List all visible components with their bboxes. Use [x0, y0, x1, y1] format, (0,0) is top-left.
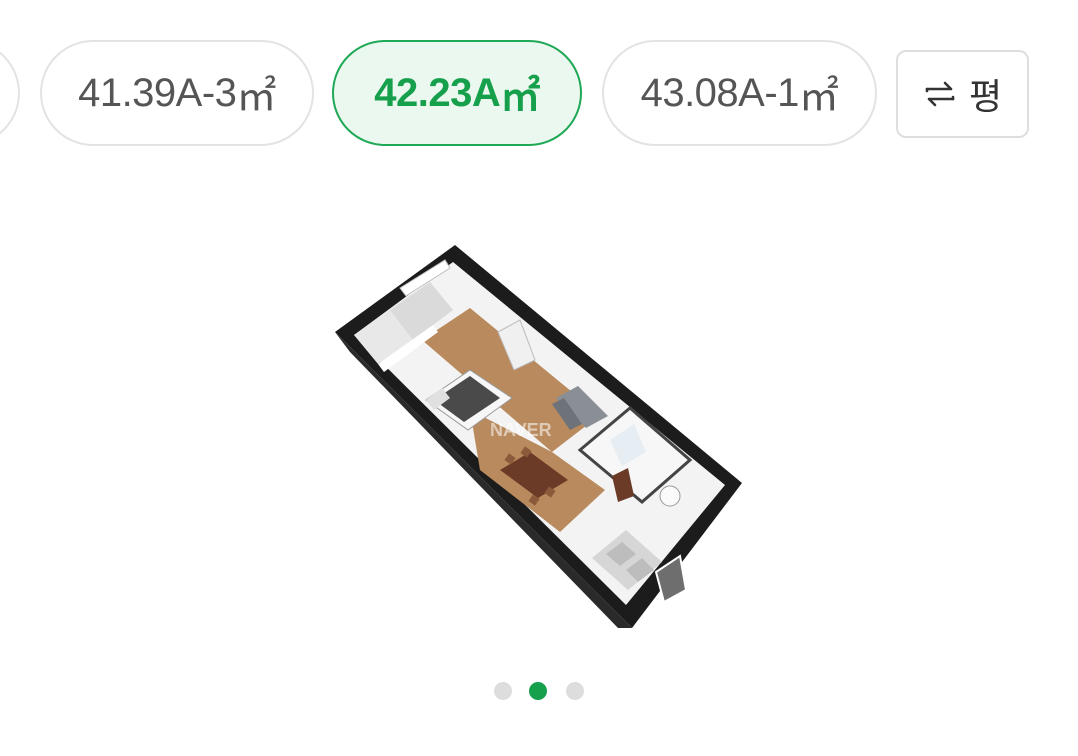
area-tab-label: 43.08A-1	[640, 70, 800, 115]
pagination-dots	[0, 682, 1078, 702]
area-tab-41-39a-3[interactable]: 41.39A-3 ㎡	[40, 40, 314, 146]
unit-toggle-label: 평	[968, 76, 1003, 117]
pagination-dot-2-active[interactable]	[529, 682, 547, 700]
area-tab-43-08a-1[interactable]: 43.08A-1 ㎡	[602, 40, 877, 146]
area-tab-42-23a-selected[interactable]: 42.23A ㎡	[332, 40, 582, 146]
pagination-dot-3[interactable]	[566, 682, 584, 700]
floorplan-image: NAVER	[330, 240, 750, 630]
floorplan-viewer: 41.39A-3 ㎡ 42.23A ㎡ 43.08A-1 ㎡ 평 NAVER	[0, 0, 1078, 756]
area-tab-unit: ㎡	[500, 75, 540, 119]
swap-icon	[923, 79, 957, 109]
area-tab-label: 41.39A-3	[78, 70, 237, 115]
unit-toggle-button[interactable]: 평	[896, 50, 1029, 138]
area-tab-label: 42.23A	[374, 70, 501, 115]
area-tab-offscreen[interactable]	[0, 40, 20, 146]
area-tab-unit: ㎡	[236, 75, 276, 119]
pagination-dot-1[interactable]	[494, 682, 512, 700]
area-tab-unit: ㎡	[798, 75, 839, 119]
naver-watermark: NAVER	[490, 420, 552, 440]
